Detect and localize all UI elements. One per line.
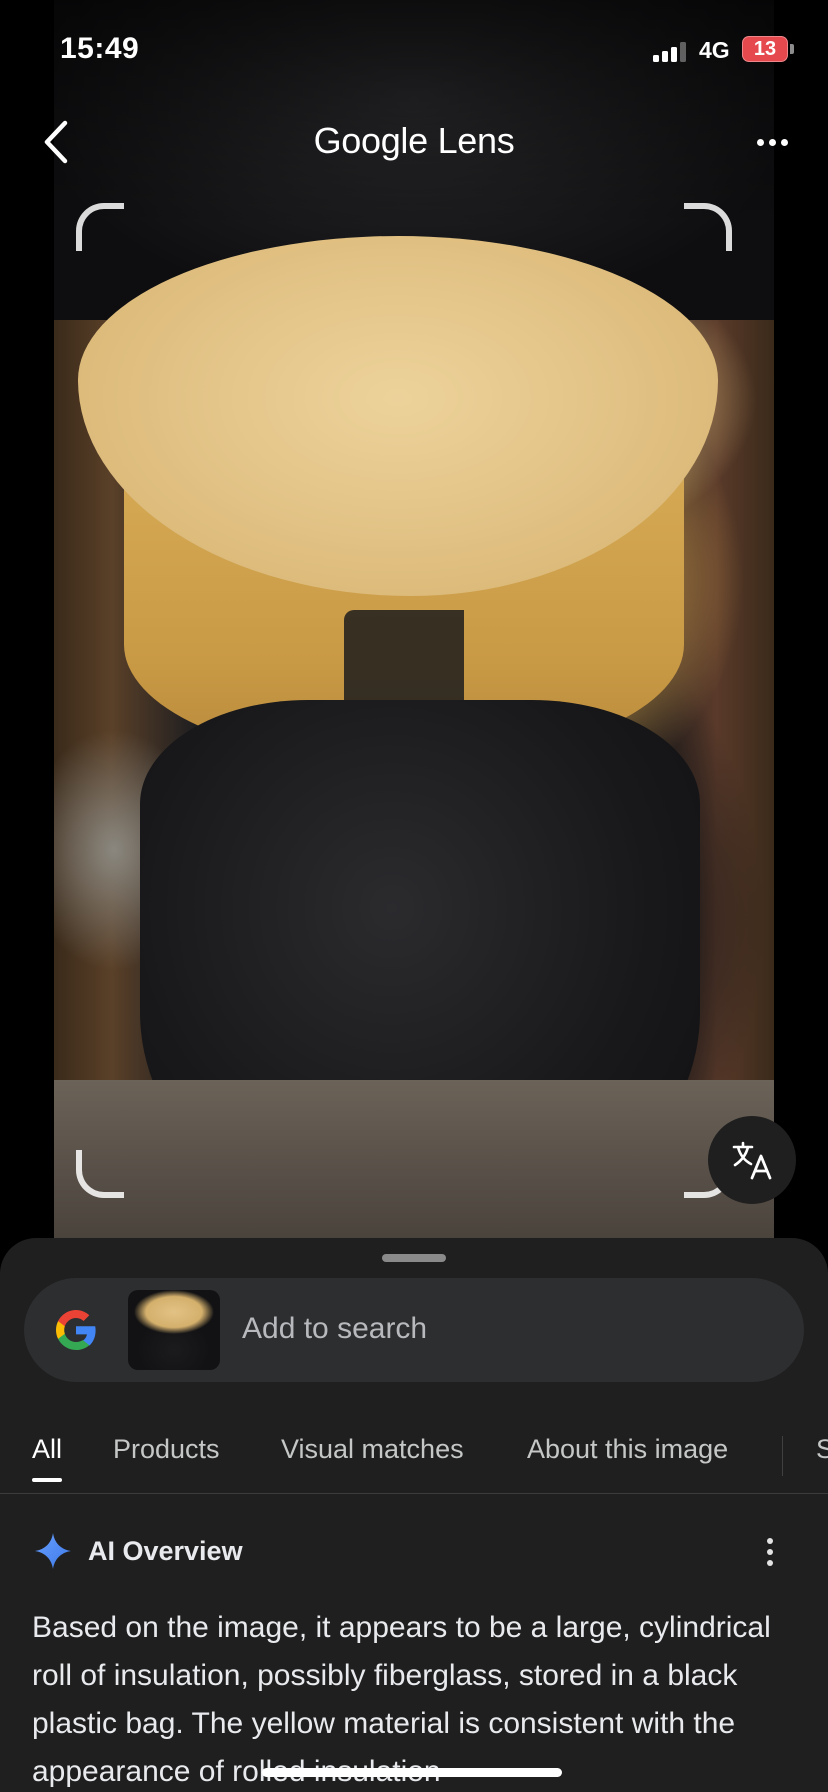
photo-floor	[54, 1080, 774, 1240]
tab-more[interactable]: S	[816, 1434, 828, 1465]
ai-overview-title: AI Overview	[88, 1536, 243, 1566]
ai-overview-header: AI Overview	[34, 1528, 794, 1576]
google-g-icon	[56, 1310, 96, 1350]
signal-icon	[653, 42, 691, 62]
status-bar: 15:49 4G 13	[0, 28, 828, 72]
more-horizontal-icon	[756, 138, 764, 146]
sheet-drag-handle[interactable]	[382, 1254, 446, 1262]
search-placeholder: Add to search	[242, 1312, 428, 1345]
network-type: 4G	[699, 37, 730, 63]
ai-overview-menu-button[interactable]	[760, 1534, 780, 1570]
status-time: 15:49	[60, 32, 140, 65]
tab-visual-matches[interactable]: Visual matches	[281, 1434, 464, 1465]
search-thumbnail[interactable]	[128, 1290, 220, 1370]
add-to-search-input[interactable]: Add to search	[24, 1278, 804, 1382]
top-app-bar: Google Lens	[0, 110, 828, 174]
battery-level: 13	[753, 37, 777, 60]
result-tabs: All Products Visual matches About this i…	[0, 1416, 828, 1494]
brand-lens: Lens	[437, 120, 515, 161]
tab-separator	[782, 1436, 783, 1476]
tab-all[interactable]: All	[32, 1434, 63, 1482]
translate-button[interactable]	[708, 1116, 796, 1204]
tab-about-this-image[interactable]: About this image	[527, 1434, 728, 1465]
home-indicator[interactable]	[262, 1768, 562, 1777]
battery-nub	[790, 44, 794, 54]
battery-icon: 13	[742, 36, 788, 62]
tab-products[interactable]: Products	[113, 1434, 220, 1465]
brand-google: Google	[313, 120, 429, 161]
ai-overview-text: Based on the image, it appears to be a l…	[32, 1611, 771, 1788]
more-vertical-icon	[767, 1538, 773, 1544]
translate-icon	[732, 1141, 772, 1180]
more-options-button[interactable]	[748, 120, 796, 164]
results-sheet[interactable]: Add to search All Products Visual matche…	[0, 1238, 828, 1792]
sparkle-icon	[35, 1533, 71, 1569]
app-title: Google Lens	[0, 120, 828, 162]
